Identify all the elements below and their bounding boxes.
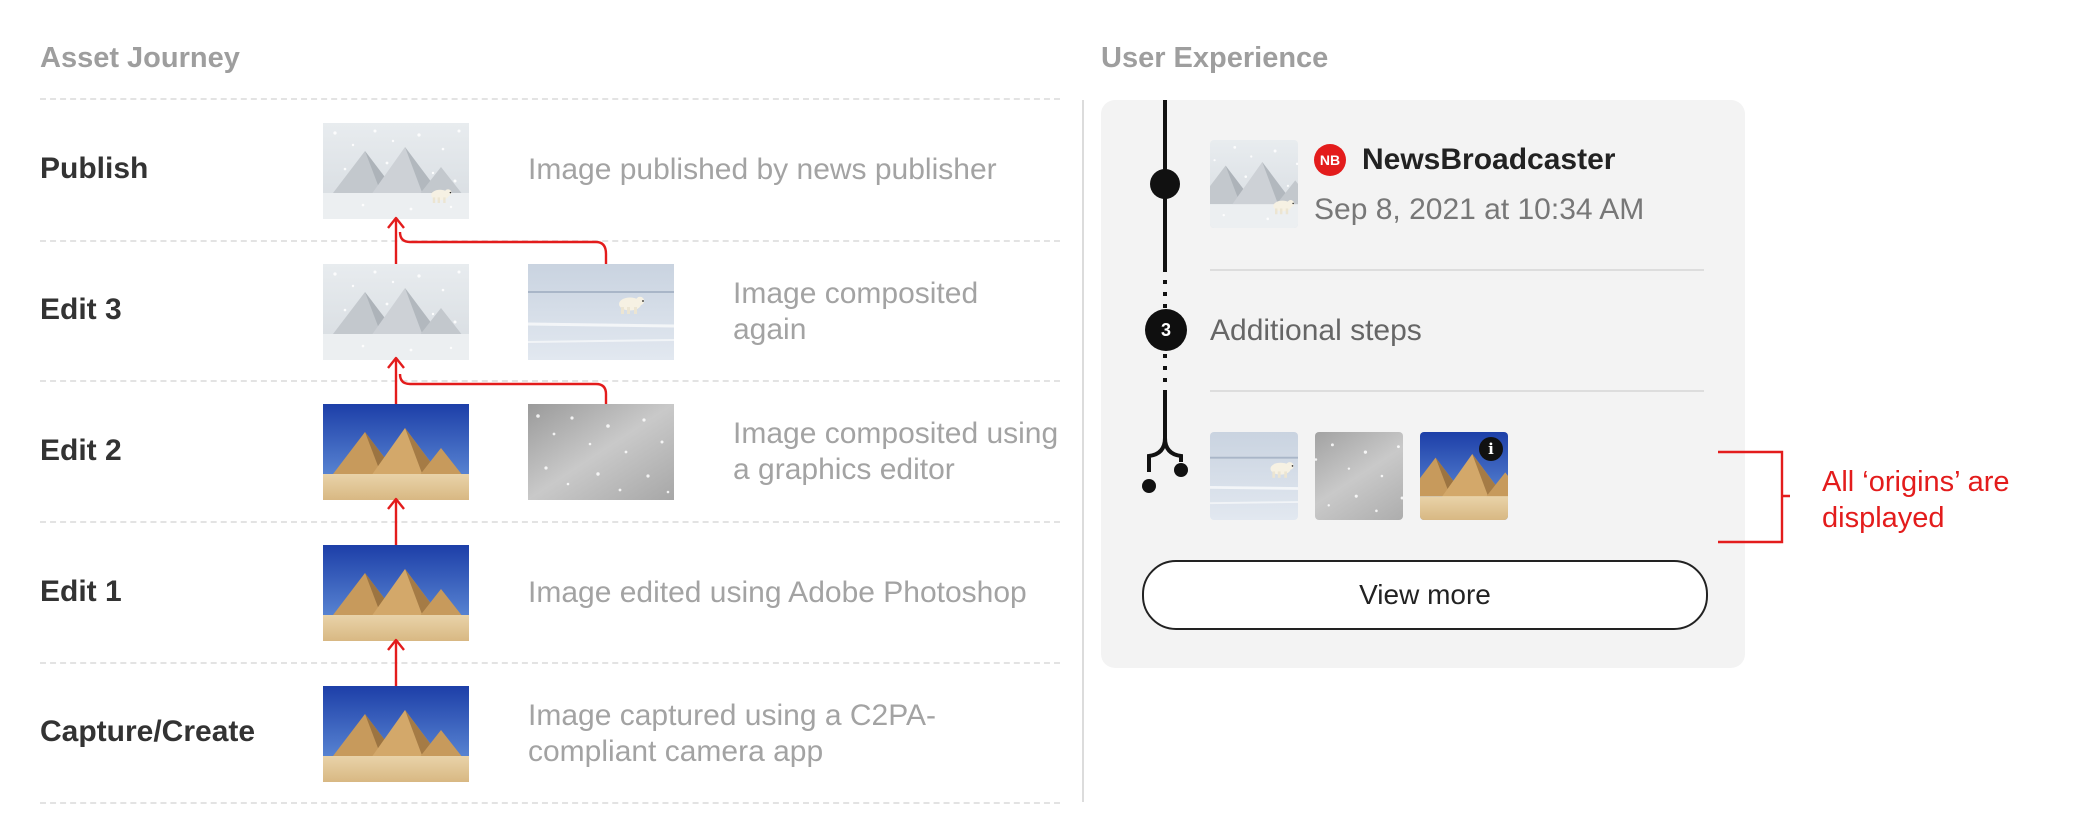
additional-steps-label[interactable]: Additional steps (1210, 314, 1422, 348)
timeline-node-publish (1150, 169, 1180, 199)
publisher-logo-badge: NB (1314, 144, 1346, 176)
arrow-polar-bear-merge (398, 231, 608, 264)
publisher-name: NewsBroadcaster (1362, 143, 1616, 176)
published-image-thumbnail (1210, 140, 1298, 228)
column-separator (1082, 100, 1084, 802)
publish-description: Image published by news publisher (528, 153, 997, 186)
view-more-button[interactable]: View more (1142, 560, 1708, 630)
origins-annotation: All ‘origins’ are displayed (1822, 466, 2010, 534)
edit-3-description: Image composited again (733, 277, 979, 346)
edit-2-description: Image composited using a graphics editor (733, 417, 1059, 486)
timeline-node-origin-left (1142, 479, 1156, 493)
card-divider (1210, 269, 1704, 271)
edit-1-description: Image edited using Adobe Photoshop (528, 576, 1027, 609)
origin-snowfall-thumbnail[interactable] (1315, 432, 1403, 520)
publish-date: Sep 8, 2021 at 10:34 AM (1314, 193, 1645, 226)
capture-description: Image captured using a C2PA-compliant ca… (528, 699, 937, 768)
origins-bracket (1718, 450, 1790, 544)
info-icon[interactable]: i (1479, 437, 1503, 461)
origin-polar-bear-thumbnail[interactable] (1210, 432, 1298, 520)
arrow-snowfall-merge (398, 373, 608, 404)
user-experience-title: User Experience (1101, 42, 1329, 74)
timeline-node-origin-right (1174, 463, 1188, 477)
additional-steps-count: 3 (1145, 309, 1187, 351)
card-divider (1210, 390, 1704, 392)
